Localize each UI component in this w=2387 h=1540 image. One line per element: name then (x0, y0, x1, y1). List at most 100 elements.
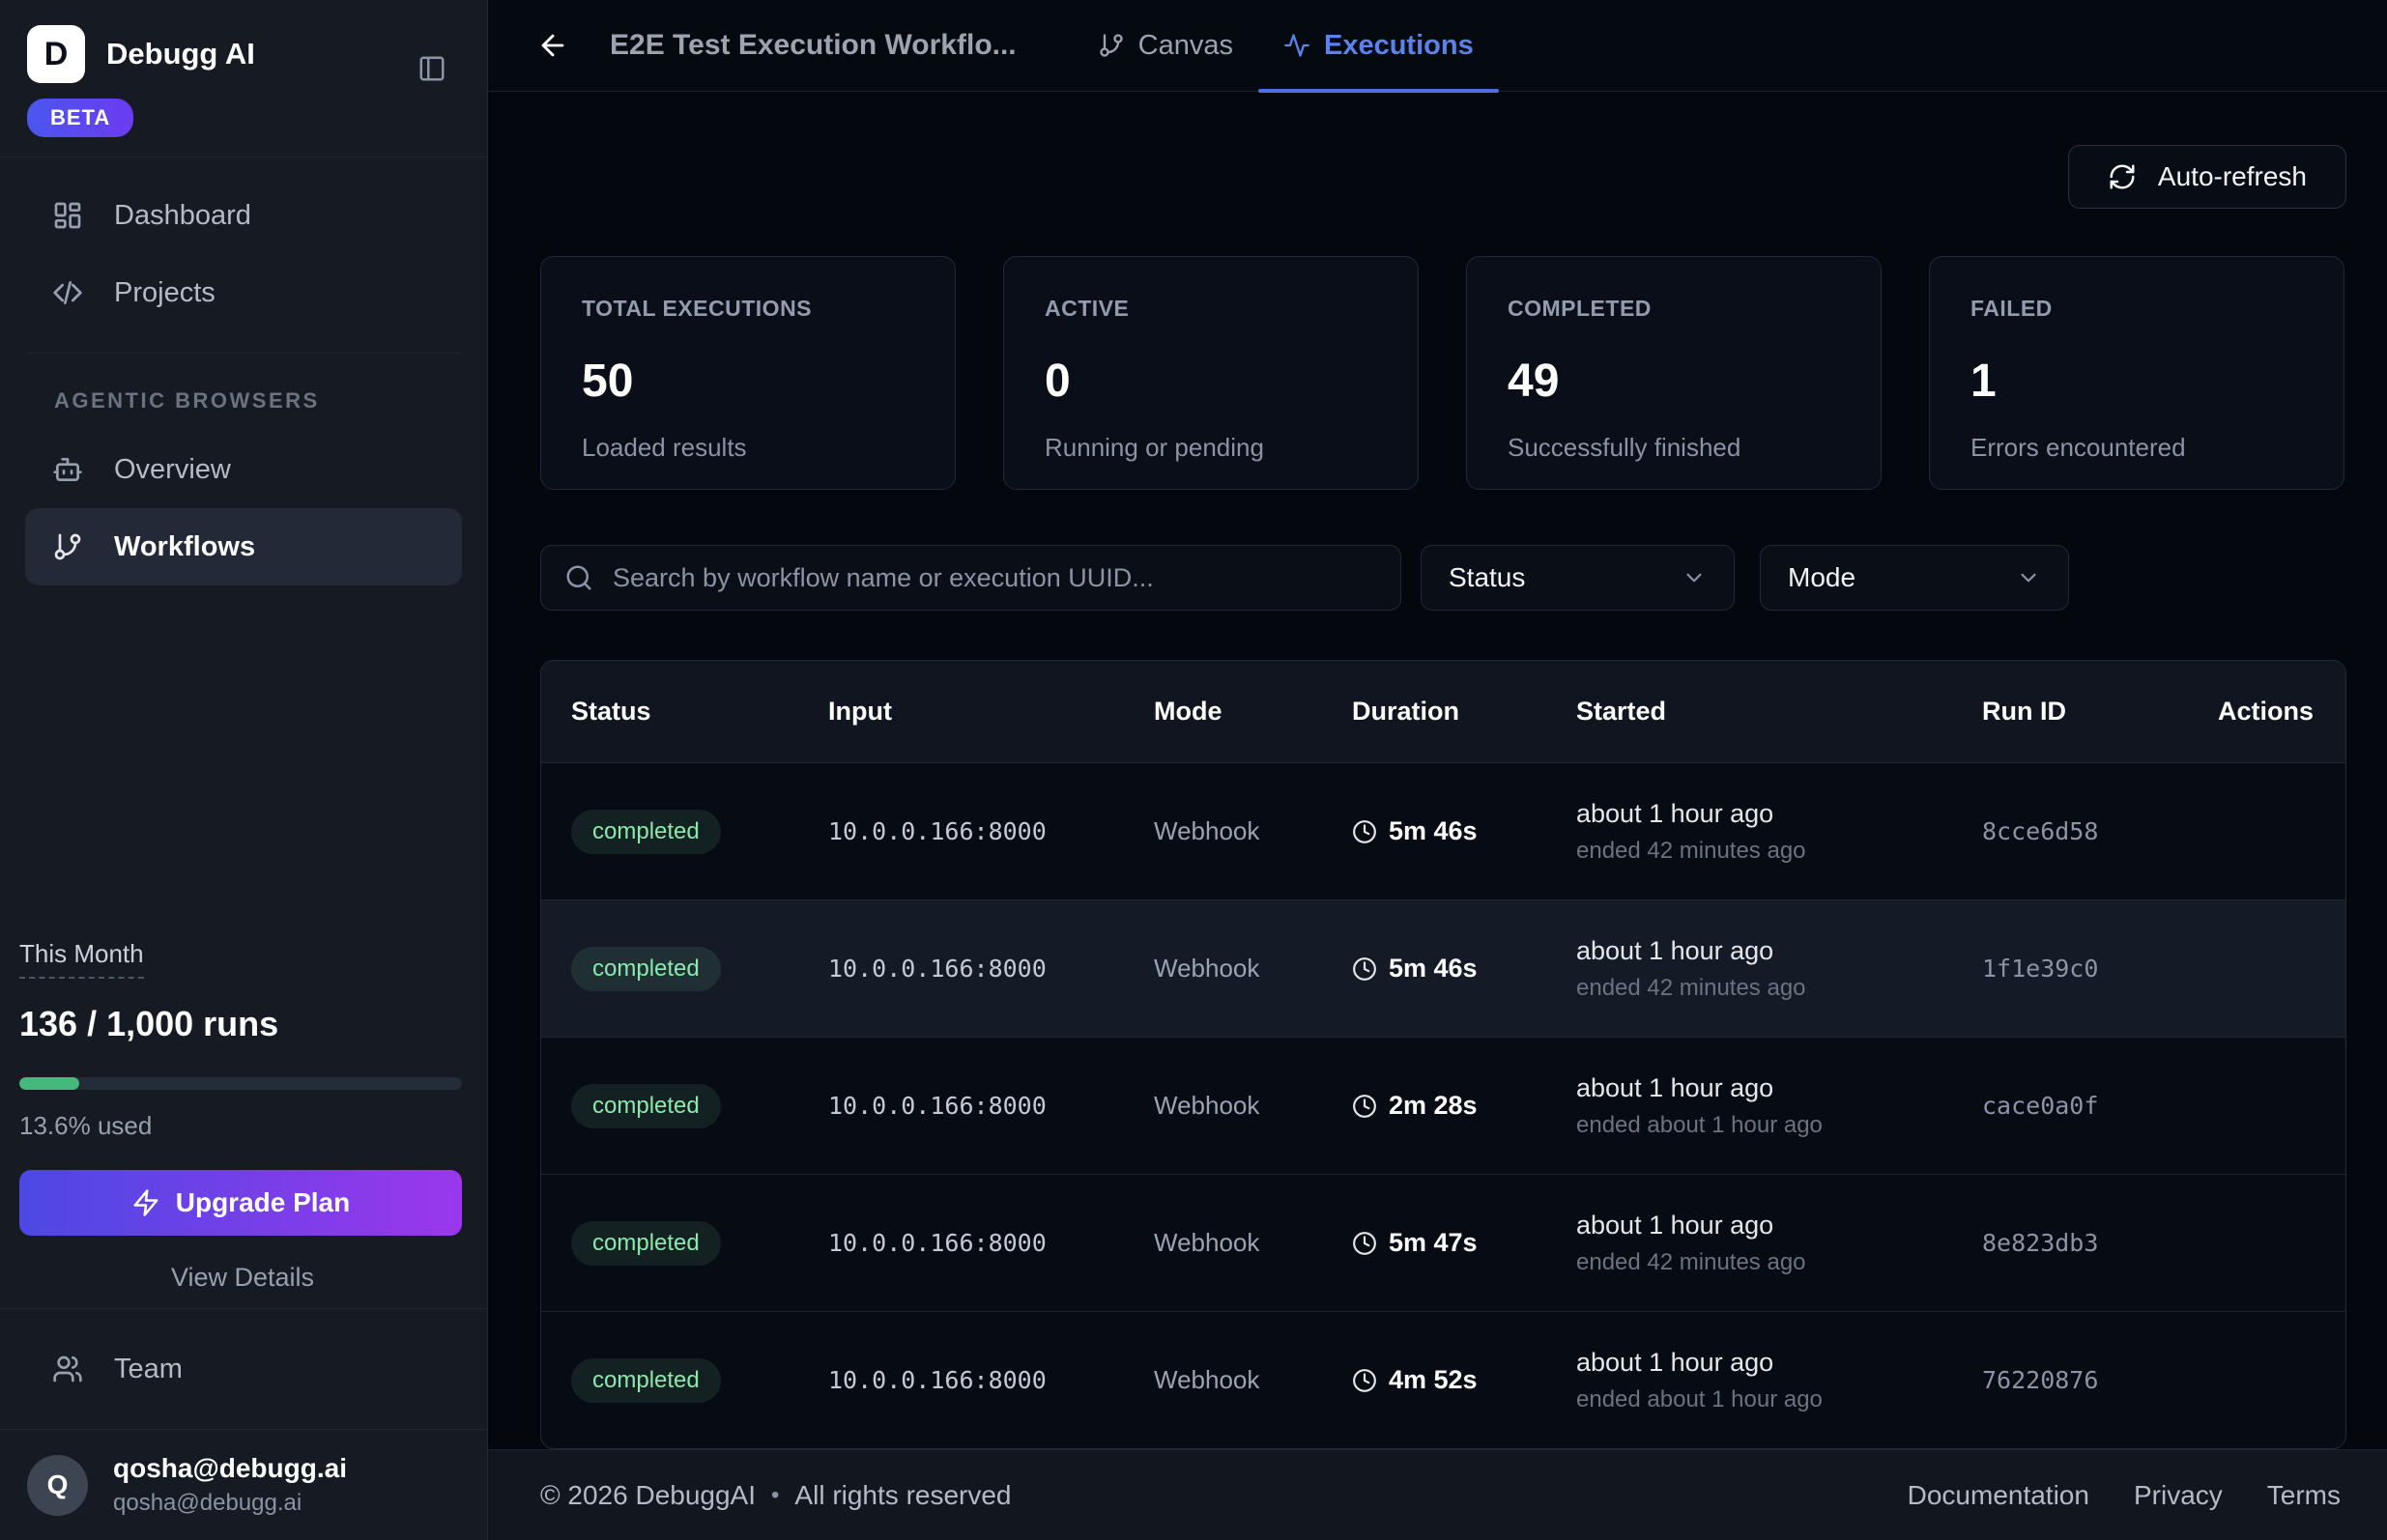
sidebar-item-label: Team (114, 1354, 183, 1385)
stat-card-active: ACTIVE 0 Running or pending (1003, 256, 1419, 490)
auto-refresh-button[interactable]: Auto-refresh (2068, 145, 2346, 209)
stats-row: TOTAL EXECUTIONS 50 Loaded results ACTIV… (540, 256, 2346, 490)
duration-cell: 5m 47s (1352, 1228, 1576, 1258)
back-button[interactable] (536, 29, 569, 62)
git-branch-icon (52, 531, 83, 562)
sidebar-collapse-icon[interactable] (417, 54, 446, 88)
duration-value: 5m 46s (1389, 954, 1478, 984)
duration-cell: 5m 46s (1352, 954, 1576, 984)
sidebar-item-label: Workflows (114, 531, 255, 563)
footer-link-terms[interactable]: Terms (2267, 1480, 2341, 1511)
stat-value: 50 (582, 355, 914, 408)
sidebar-item-workflows[interactable]: Workflows (25, 508, 462, 585)
stat-sublabel: Loaded results (582, 433, 914, 463)
table-header: Status Input Mode Duration Started Run I… (541, 661, 2345, 762)
status-badge: completed (571, 1221, 721, 1266)
sidebar-item-dashboard[interactable]: Dashboard (25, 177, 462, 254)
clock-icon (1352, 1231, 1377, 1256)
started-cell: about 1 hour ago ended about 1 hour ago (1576, 1348, 1982, 1413)
main-area: E2E Test Execution Workflo... Canvas Exe… (488, 0, 2387, 1540)
stat-label: COMPLETED (1508, 296, 1840, 322)
table-row[interactable]: completed 10.0.0.166:8000 Webhook 4m 52s… (541, 1311, 2345, 1448)
dashboard-icon (52, 200, 83, 231)
stat-card-total: TOTAL EXECUTIONS 50 Loaded results (540, 256, 956, 490)
sidebar-item-label: Projects (114, 277, 216, 309)
input-cell: 10.0.0.166:8000 (828, 955, 1154, 983)
stat-value: 1 (1970, 355, 2303, 408)
footer-link-documentation[interactable]: Documentation (1908, 1480, 2089, 1511)
mode-filter-dropdown[interactable]: Mode (1760, 545, 2069, 611)
started-cell: about 1 hour ago ended 42 minutes ago (1576, 1211, 1982, 1276)
executions-table: Status Input Mode Duration Started Run I… (540, 660, 2346, 1449)
usage-period-label: This Month (19, 939, 144, 979)
duration-value: 5m 47s (1389, 1228, 1478, 1258)
clock-icon (1352, 956, 1377, 982)
app-logo: D (27, 25, 85, 83)
search-input[interactable] (613, 563, 1377, 593)
table-row[interactable]: completed 10.0.0.166:8000 Webhook 2m 28s… (541, 1037, 2345, 1174)
zap-icon (131, 1188, 160, 1217)
column-header-started: Started (1576, 697, 1982, 727)
mode-cell: Webhook (1154, 1091, 1352, 1121)
users-icon (52, 1354, 83, 1384)
duration-value: 5m 46s (1389, 816, 1478, 846)
ended-time: ended about 1 hour ago (1576, 1112, 1982, 1139)
sidebar-item-overview[interactable]: Overview (25, 431, 462, 508)
sidebar-divider (27, 353, 460, 354)
mode-cell: Webhook (1154, 954, 1352, 984)
stat-value: 0 (1045, 355, 1377, 408)
mode-cell: Webhook (1154, 1228, 1352, 1258)
sidebar-section-label: AGENTIC BROWSERS (25, 375, 462, 431)
account-section[interactable]: Q qosha@debugg.ai qosha@debugg.ai (0, 1429, 487, 1540)
clock-icon (1352, 819, 1377, 844)
upgrade-plan-button[interactable]: Upgrade Plan (19, 1170, 462, 1236)
run-id-cell: 8e823db3 (1982, 1229, 2214, 1257)
chevron-down-icon (2016, 565, 2041, 590)
rights-text: All rights reserved (794, 1480, 1011, 1511)
ended-time: ended 42 minutes ago (1576, 975, 1982, 1002)
status-badge: completed (571, 810, 721, 854)
column-header-status: Status (571, 697, 828, 727)
table-row[interactable]: completed 10.0.0.166:8000 Webhook 5m 47s… (541, 1174, 2345, 1311)
auto-refresh-label: Auto-refresh (2158, 161, 2307, 192)
status-filter-dropdown[interactable]: Status (1421, 545, 1735, 611)
sidebar-item-team[interactable]: Team (25, 1330, 462, 1408)
duration-cell: 2m 28s (1352, 1091, 1576, 1121)
account-name: qosha@debugg.ai (113, 1453, 347, 1484)
stat-sublabel: Successfully finished (1508, 433, 1840, 463)
avatar: Q (27, 1455, 88, 1516)
stat-value: 49 (1508, 355, 1840, 408)
tab-executions[interactable]: Executions (1258, 0, 1499, 92)
sidebar-item-label: Dashboard (114, 200, 251, 232)
run-id-cell: 76220876 (1982, 1366, 2214, 1394)
column-header-mode: Mode (1154, 697, 1352, 727)
run-id-cell: 8cce6d58 (1982, 817, 2214, 845)
footer-link-privacy[interactable]: Privacy (2134, 1480, 2223, 1511)
view-details-link[interactable]: View Details (19, 1263, 466, 1293)
started-time: about 1 hour ago (1576, 1073, 1982, 1103)
stat-card-completed: COMPLETED 49 Successfully finished (1466, 256, 1882, 490)
app-window: D Debugg AI BETA Dashboard Projects (0, 0, 2387, 1540)
avatar-initial: Q (47, 1469, 69, 1500)
upgrade-plan-label: Upgrade Plan (176, 1187, 350, 1218)
started-time: about 1 hour ago (1576, 1211, 1982, 1241)
table-row[interactable]: completed 10.0.0.166:8000 Webhook 5m 46s… (541, 899, 2345, 1037)
usage-panel: This Month 136 / 1,000 runs 13.6% used U… (0, 939, 487, 1308)
filters-row: Status Mode (540, 545, 2346, 611)
input-cell: 10.0.0.166:8000 (828, 1229, 1154, 1257)
started-cell: about 1 hour ago ended about 1 hour ago (1576, 1073, 1982, 1139)
stat-label: ACTIVE (1045, 296, 1377, 322)
duration-cell: 4m 52s (1352, 1365, 1576, 1395)
copyright-text: © 2026 DebuggAI (540, 1480, 756, 1511)
column-header-input: Input (828, 697, 1154, 727)
sidebar-nav: Dashboard Projects AGENTIC BROWSERS Over… (0, 157, 487, 585)
search-box (540, 545, 1401, 611)
beta-badge: BETA (27, 99, 133, 137)
code-icon (52, 277, 83, 308)
tab-canvas[interactable]: Canvas (1073, 0, 1258, 92)
table-row[interactable]: completed 10.0.0.166:8000 Webhook 5m 46s… (541, 762, 2345, 899)
refresh-icon (2108, 162, 2137, 191)
sidebar-item-projects[interactable]: Projects (25, 254, 462, 331)
usage-progress-fill (19, 1077, 79, 1090)
sidebar-item-label: Overview (114, 454, 231, 486)
